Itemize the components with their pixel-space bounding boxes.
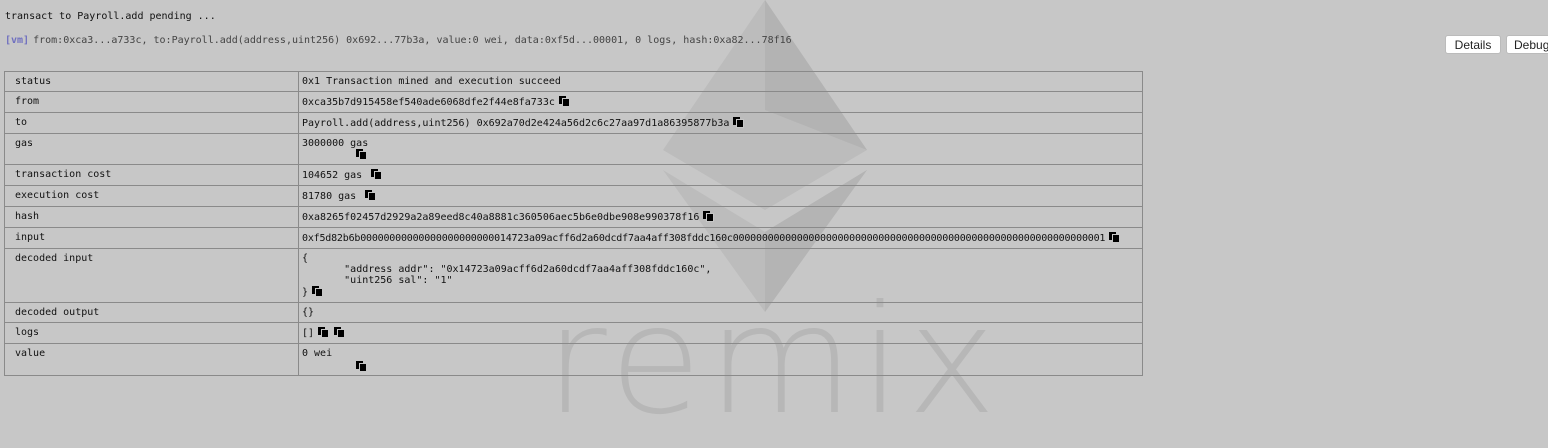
row-key: from bbox=[4, 91, 299, 113]
row-key: hash bbox=[4, 206, 299, 228]
row-value: Payroll.add(address,uint256) 0x692a70d2e… bbox=[302, 118, 730, 129]
row-key: input bbox=[4, 227, 299, 249]
copy-icon[interactable] bbox=[703, 211, 715, 222]
vm-tag: [vm] bbox=[5, 35, 30, 46]
row-value: 0xca35b7d915458ef540ade6068dfe2f44e8fa73… bbox=[302, 97, 555, 108]
table-row-transaction-cost: transaction cost 104652 gas bbox=[4, 164, 1143, 186]
row-key: gas bbox=[4, 133, 299, 165]
copy-icon[interactable] bbox=[334, 327, 346, 338]
row-value: 3000000 gas bbox=[302, 138, 369, 149]
row-value: 0xa8265f02457d2929a2a89eed8c40a8881c3605… bbox=[302, 212, 700, 223]
table-row-status: status 0x1 Transaction mined and executi… bbox=[4, 71, 1143, 92]
copy-icon[interactable] bbox=[365, 190, 377, 201]
row-key: to bbox=[4, 112, 299, 134]
table-row-logs: logs [] bbox=[4, 322, 1143, 344]
debug-button[interactable]: Debug bbox=[1506, 35, 1548, 54]
table-row-to: to Payroll.add(address,uint256) 0x692a70… bbox=[4, 112, 1143, 134]
row-key: decoded input bbox=[4, 248, 299, 303]
table-row-execution-cost: execution cost 81780 gas bbox=[4, 185, 1143, 207]
row-value: 0x1 Transaction mined and execution succ… bbox=[298, 71, 1143, 92]
details-button[interactable]: Details bbox=[1445, 35, 1501, 54]
copy-icon[interactable] bbox=[318, 327, 330, 338]
row-key: status bbox=[4, 71, 299, 92]
transaction-summary[interactable]: [vm] from:0xca3...a733c, to:Payroll.add(a… bbox=[5, 35, 792, 46]
table-row-gas: gas 3000000 gas bbox=[4, 133, 1143, 165]
row-value: [] bbox=[302, 328, 315, 339]
table-row-decoded-input: decoded input { "address addr": "0x14723… bbox=[4, 248, 1143, 303]
row-value: {} bbox=[298, 302, 1143, 323]
copy-icon[interactable] bbox=[356, 149, 367, 160]
copy-icon[interactable] bbox=[312, 286, 324, 297]
table-row-from: from 0xca35b7d915458ef540ade6068dfe2f44e… bbox=[4, 91, 1143, 113]
table-row-hash: hash 0xa8265f02457d2929a2a89eed8c40a8881… bbox=[4, 206, 1143, 228]
decoded-input-json: { "address addr": "0x14723a09acff6d2a60d… bbox=[302, 253, 712, 298]
transaction-details-table: status 0x1 Transaction mined and executi… bbox=[4, 71, 1143, 376]
row-key: execution cost bbox=[4, 185, 299, 207]
row-key: value bbox=[4, 343, 299, 376]
row-key: logs bbox=[4, 322, 299, 344]
copy-icon[interactable] bbox=[356, 361, 367, 372]
row-value: 104652 gas bbox=[302, 170, 363, 181]
pending-message: transact to Payroll.add pending ... bbox=[5, 11, 216, 22]
row-key: decoded output bbox=[4, 302, 299, 323]
row-value: 81780 gas bbox=[302, 191, 357, 202]
copy-icon[interactable] bbox=[371, 169, 383, 180]
row-value: 0xf5d82b6b00000000000000000000000014723a… bbox=[302, 233, 1106, 244]
copy-icon[interactable] bbox=[733, 117, 745, 128]
copy-icon[interactable] bbox=[558, 96, 570, 107]
table-row-input: input 0xf5d82b6b000000000000000000000000… bbox=[4, 227, 1143, 249]
summary-text: from:0xca3...a733c, to:Payroll.add(addre… bbox=[33, 35, 792, 46]
row-value: 0 wei bbox=[302, 348, 333, 359]
table-row-decoded-output: decoded output {} bbox=[4, 302, 1143, 323]
row-key: transaction cost bbox=[4, 164, 299, 186]
copy-icon[interactable] bbox=[1109, 232, 1121, 243]
table-row-value: value 0 wei bbox=[4, 343, 1143, 376]
